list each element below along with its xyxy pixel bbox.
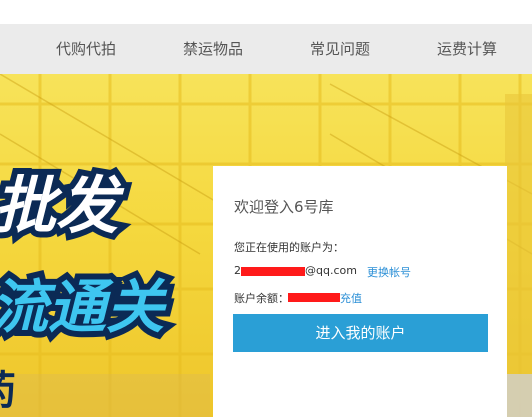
nav-item-shipping-calculator[interactable]: 运费计算 xyxy=(437,24,497,74)
nav-item-purchase-agent[interactable]: 代购代拍 xyxy=(56,24,116,74)
banner-headline-3: 药 xyxy=(0,368,16,414)
banner-headline-2: 流通关 xyxy=(0,273,168,341)
top-strip xyxy=(0,0,532,24)
recharge-link[interactable]: 充值 xyxy=(340,290,362,306)
account-prefix: 2 xyxy=(234,264,241,277)
balance-redaction xyxy=(288,293,340,302)
login-card: 欢迎登入6号库 您正在使用的账户为： 2 @qq.com 更换帐号 账户余额： … xyxy=(213,166,507,417)
main-nav: 代购代拍 禁运物品 常见问题 运费计算 xyxy=(0,24,532,74)
account-email-suffix: @qq.com xyxy=(305,264,357,277)
account-label: 您正在使用的账户为： xyxy=(234,241,344,254)
nav-item-faq[interactable]: 常见问题 xyxy=(310,24,370,74)
enter-account-button[interactable]: 进入我的账户 xyxy=(233,314,488,352)
balance-label: 账户余额： xyxy=(234,292,289,305)
nav-item-prohibited-items[interactable]: 禁运物品 xyxy=(183,24,243,74)
account-redaction xyxy=(241,267,305,276)
change-account-link[interactable]: 更换帐号 xyxy=(367,264,411,280)
banner-headline-1: 批发 xyxy=(0,169,125,242)
welcome-title: 欢迎登入6号库 xyxy=(234,198,334,216)
